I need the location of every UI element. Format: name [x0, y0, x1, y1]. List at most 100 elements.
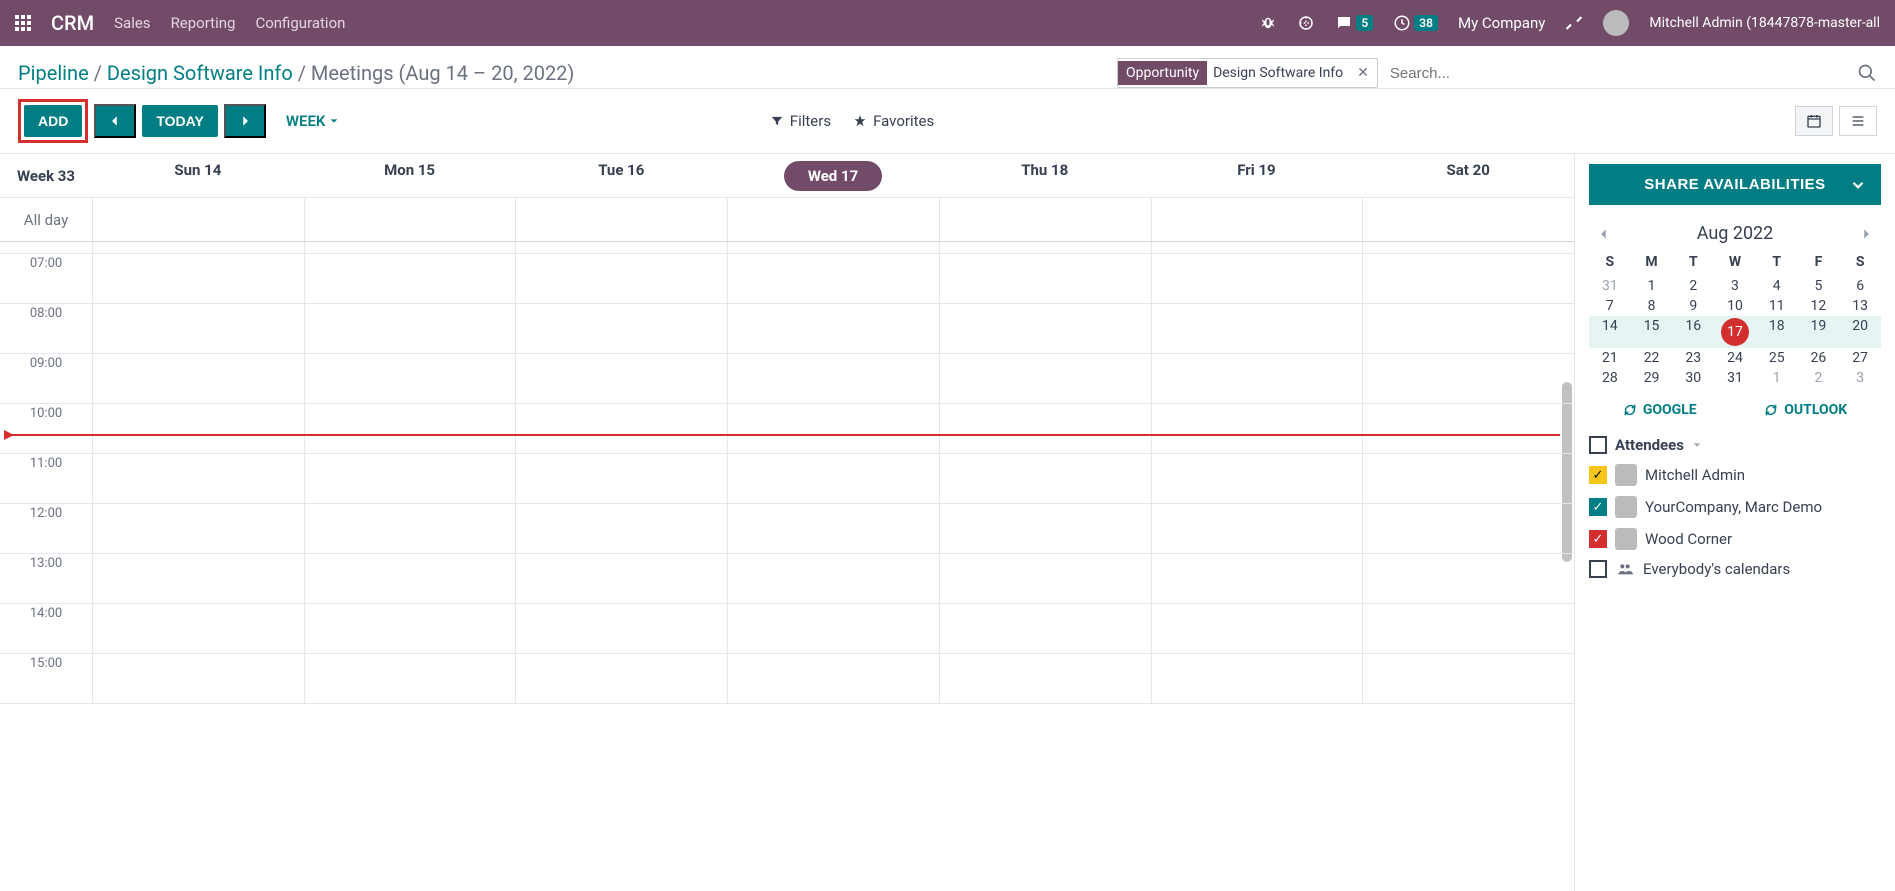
bug-icon[interactable]	[1259, 14, 1277, 32]
messages-icon[interactable]: 5	[1335, 14, 1373, 32]
time-row[interactable]: 10:00	[0, 404, 1574, 454]
mini-day[interactable]: 3	[1856, 362, 1864, 394]
time-cell[interactable]	[1362, 554, 1574, 603]
time-cell[interactable]	[304, 604, 516, 653]
time-cell[interactable]	[1151, 404, 1363, 453]
time-cell[interactable]	[939, 454, 1151, 503]
calendar-view-button[interactable]	[1795, 106, 1833, 136]
apps-icon[interactable]	[15, 15, 31, 31]
time-cell[interactable]	[727, 254, 939, 303]
today-button[interactable]: TODAY	[142, 105, 217, 137]
time-cell[interactable]	[1362, 504, 1574, 553]
time-cell[interactable]	[304, 504, 516, 553]
sync-google-button[interactable]: GOOGLE	[1623, 402, 1697, 418]
time-cell[interactable]	[1362, 454, 1574, 503]
time-cell[interactable]	[1362, 354, 1574, 403]
time-cell[interactable]	[1362, 254, 1574, 303]
day-header[interactable]: Sat 20	[1362, 161, 1574, 191]
time-cell[interactable]	[1362, 654, 1574, 703]
tools-icon[interactable]	[1565, 14, 1583, 32]
time-row[interactable]: 15:00	[0, 654, 1574, 704]
nav-sales[interactable]: Sales	[114, 14, 150, 32]
time-cell[interactable]	[1151, 254, 1363, 303]
time-row[interactable]: 08:00	[0, 304, 1574, 354]
next-button[interactable]	[224, 104, 266, 138]
allday-cell[interactable]	[939, 198, 1151, 241]
company-switcher[interactable]: My Company	[1458, 14, 1545, 32]
add-button[interactable]: ADD	[24, 105, 82, 137]
time-row[interactable]: 07:00	[0, 254, 1574, 304]
time-cell[interactable]	[92, 654, 304, 703]
allday-cell[interactable]	[515, 198, 727, 241]
view-scale-dropdown[interactable]: WEEK	[286, 112, 340, 130]
time-cell[interactable]	[92, 404, 304, 453]
favorites-dropdown[interactable]: Favorites	[853, 112, 934, 130]
time-cell[interactable]	[727, 454, 939, 503]
mini-prev-icon[interactable]	[1597, 227, 1611, 241]
time-row[interactable]: 14:00	[0, 604, 1574, 654]
time-cell[interactable]	[939, 354, 1151, 403]
time-cell[interactable]	[304, 304, 516, 353]
app-brand[interactable]: CRM	[51, 11, 94, 35]
facet-remove-icon[interactable]: ✕	[1349, 65, 1377, 81]
time-row[interactable]: 11:00	[0, 454, 1574, 504]
allday-cell[interactable]	[1362, 198, 1574, 241]
mini-day[interactable]: 30	[1685, 362, 1701, 394]
time-cell[interactable]	[515, 504, 727, 553]
time-cell[interactable]	[1151, 454, 1363, 503]
mini-day[interactable]: 18	[1769, 310, 1785, 342]
user-avatar[interactable]	[1603, 10, 1629, 36]
time-cell[interactable]	[304, 254, 516, 303]
sync-outlook-button[interactable]: OUTLOOK	[1764, 402, 1847, 418]
filters-dropdown[interactable]: Filters	[770, 112, 831, 130]
time-cell[interactable]	[515, 454, 727, 503]
mini-day[interactable]: 2	[1814, 362, 1822, 394]
mini-day[interactable]: 14	[1602, 310, 1618, 342]
time-cell[interactable]	[1151, 654, 1363, 703]
breadcrumb-pipeline[interactable]: Pipeline	[18, 61, 89, 85]
mini-day[interactable]: 28	[1602, 362, 1618, 394]
nav-reporting[interactable]: Reporting	[171, 14, 236, 32]
time-cell[interactable]	[1151, 304, 1363, 353]
time-cell[interactable]	[939, 554, 1151, 603]
day-header[interactable]: Mon 15	[304, 161, 516, 191]
time-cell[interactable]	[939, 504, 1151, 553]
attendees-master-checkbox[interactable]	[1589, 436, 1607, 454]
support-icon[interactable]	[1297, 14, 1315, 32]
attendee-checkbox[interactable]: ✓	[1589, 530, 1607, 548]
list-view-button[interactable]	[1839, 106, 1877, 136]
chevron-down-icon[interactable]	[1692, 440, 1702, 450]
time-cell[interactable]	[939, 254, 1151, 303]
time-cell[interactable]	[92, 504, 304, 553]
time-cell[interactable]	[92, 254, 304, 303]
time-cell[interactable]	[304, 404, 516, 453]
user-name[interactable]: Mitchell Admin (18447878-master-all	[1649, 15, 1880, 31]
activities-icon[interactable]: 38	[1393, 14, 1438, 32]
time-cell[interactable]	[1362, 604, 1574, 653]
time-cell[interactable]	[727, 654, 939, 703]
time-cell[interactable]	[304, 454, 516, 503]
mini-day[interactable]: 15	[1644, 310, 1660, 342]
time-cell[interactable]	[939, 654, 1151, 703]
allday-cell[interactable]	[304, 198, 516, 241]
day-header[interactable]: Thu 18	[939, 161, 1151, 191]
time-cell[interactable]	[939, 604, 1151, 653]
share-availabilities-button[interactable]: SHARE AVAILABILITIES	[1589, 164, 1881, 205]
mini-day[interactable]: 31	[1727, 362, 1743, 394]
day-header[interactable]: Sun 14	[92, 161, 304, 191]
time-row[interactable]: 12:00	[0, 504, 1574, 554]
mini-day[interactable]: 1	[1773, 362, 1781, 394]
time-cell[interactable]	[727, 604, 939, 653]
allday-cell[interactable]	[1151, 198, 1363, 241]
time-cell[interactable]	[515, 254, 727, 303]
time-cell[interactable]	[515, 654, 727, 703]
time-cell[interactable]	[304, 554, 516, 603]
time-row[interactable]: 13:00	[0, 554, 1574, 604]
allday-cell[interactable]	[92, 198, 304, 241]
time-cell[interactable]	[939, 304, 1151, 353]
time-cell[interactable]	[304, 654, 516, 703]
mini-day[interactable]: 29	[1644, 362, 1660, 394]
time-cell[interactable]	[92, 454, 304, 503]
time-cell[interactable]	[515, 604, 727, 653]
day-header[interactable]: Tue 16	[515, 161, 727, 191]
